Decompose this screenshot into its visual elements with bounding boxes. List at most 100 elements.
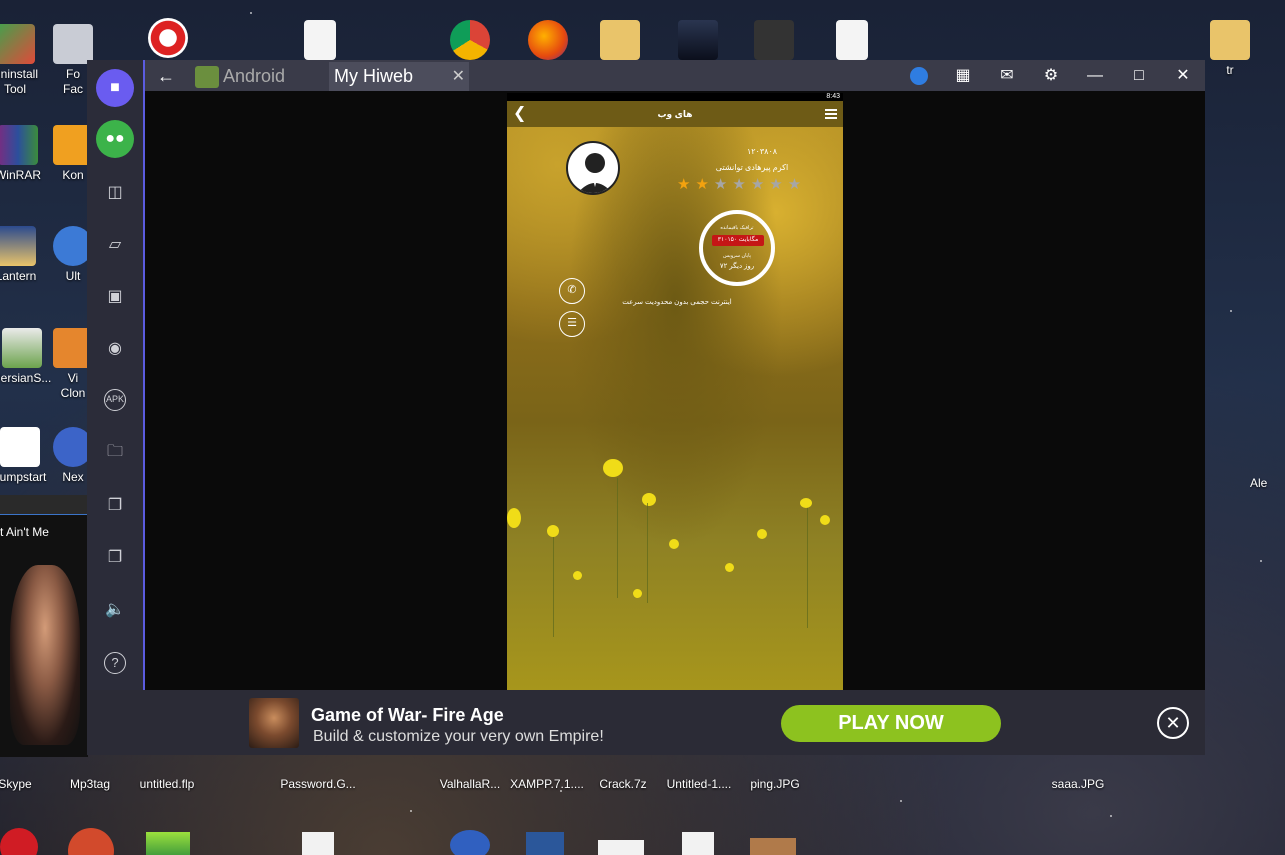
ad-close-button[interactable]: ✕ xyxy=(1157,707,1189,739)
grass-decoration xyxy=(647,503,648,603)
document-icon[interactable] xyxy=(302,832,334,855)
desktop-icon-untitled-1[interactable]: Untitled-1.... xyxy=(659,760,739,792)
desktop-icon-uninstall[interactable]: Uninstall Tool xyxy=(0,24,55,97)
desktop-icon-folder[interactable] xyxy=(580,20,660,63)
desktop-icon-skype[interactable]: Skype xyxy=(0,760,55,792)
star-icon: ★ xyxy=(713,176,733,193)
video-call-icon: ■ xyxy=(110,79,120,96)
media-progress-bar[interactable] xyxy=(0,495,88,515)
desktop-icon-label: XAMPP.7.1.... xyxy=(510,777,584,791)
image-icon[interactable] xyxy=(750,838,796,855)
close-icon[interactable]: ✕ xyxy=(452,62,465,91)
maximize-button[interactable]: □ xyxy=(1127,65,1151,87)
flower-decoration xyxy=(547,525,559,537)
desktop-icon-xampp[interactable]: XAMPP.7.1.... xyxy=(507,760,587,792)
desktop-icon-html[interactable] xyxy=(280,20,360,63)
desktop-icon-chrome[interactable] xyxy=(430,20,510,63)
folder-button[interactable]: 🗀 xyxy=(96,434,134,472)
info-icon[interactable] xyxy=(450,830,490,855)
desktop-icon-hihelp[interactable] xyxy=(128,18,208,61)
chat-button[interactable]: ●● xyxy=(96,120,134,158)
chrome-icon xyxy=(450,20,490,60)
folder-icon xyxy=(600,20,640,60)
screenshot-button[interactable]: ▣ xyxy=(96,277,134,315)
avatar[interactable] xyxy=(566,141,620,195)
lifebuoy-icon xyxy=(148,18,188,58)
phone-icon: ✆ xyxy=(567,284,577,296)
media-player-widget[interactable]: t Ain't Me xyxy=(0,495,88,757)
location-pin-icon: ◉ xyxy=(108,340,122,357)
close-window-button[interactable]: ✕ xyxy=(1171,65,1195,87)
desktop-icon-music[interactable] xyxy=(812,20,892,63)
desktop-icon-ping[interactable]: ping.JPG xyxy=(735,760,815,792)
desktop-icon-mp3tag[interactable]: Mp3tag xyxy=(50,760,130,792)
ad-subtitle: Build & customize your very own Empire! xyxy=(313,728,604,745)
video-call-button[interactable]: ■ xyxy=(96,69,134,107)
flower-decoration xyxy=(573,571,582,580)
copy-icon: ❐ xyxy=(107,497,123,514)
app-icon[interactable] xyxy=(146,832,190,855)
desktop-icon-valhalla[interactable]: ValhallaR... xyxy=(430,760,510,792)
traffic-gauge[interactable]: ترافیک باقیمانده ۳۱۰۱۵۰ مگابایت پایان سر… xyxy=(699,210,775,286)
opera-icon[interactable] xyxy=(0,828,38,855)
desktop-icon-ale[interactable]: Ale xyxy=(1250,476,1285,491)
mail-button[interactable]: ✉ xyxy=(995,65,1019,87)
album-art xyxy=(10,565,80,745)
desktop-icon-crack[interactable]: Crack.7z xyxy=(583,760,663,792)
status-bar: 8:43 xyxy=(507,93,843,101)
multi-window-button[interactable]: ◫ xyxy=(96,173,134,211)
copy-button[interactable]: ❐ xyxy=(96,486,134,524)
lantern-icon xyxy=(0,226,36,266)
music-file-icon[interactable] xyxy=(682,832,714,855)
desktop-icon-label: Skype xyxy=(0,777,32,791)
help-button[interactable]: ? xyxy=(96,644,134,682)
title-bar[interactable]: ← Android My Hiweb ✕ ▦ ✉ ⚙ — □ ✕ xyxy=(87,60,1205,91)
ad-game-thumbnail[interactable] xyxy=(249,698,299,748)
desktop-icon-image[interactable] xyxy=(658,20,738,63)
desktop-icon-label: untitled.flp xyxy=(139,777,195,791)
message-button[interactable]: ☰ xyxy=(559,311,585,337)
desktop-icon-firefox[interactable] xyxy=(508,20,588,63)
desktop-icon-logo[interactable] xyxy=(734,20,814,63)
apk-button[interactable]: APK xyxy=(96,381,134,419)
minimize-button[interactable]: — xyxy=(1083,65,1107,87)
paste-button[interactable]: ❐ xyxy=(96,538,134,576)
word-icon[interactable] xyxy=(526,832,564,855)
app-icon[interactable] xyxy=(68,828,114,855)
desktop-icon-password[interactable]: Password.G... xyxy=(278,760,358,792)
hamburger-menu-icon[interactable] xyxy=(825,109,837,119)
shake-button[interactable]: ▱ xyxy=(96,225,134,263)
network-button[interactable]: ▦ xyxy=(951,65,975,87)
close-icon: ✕ xyxy=(1176,67,1190,84)
desktop-icon-label: Mp3tag xyxy=(69,777,111,791)
minimize-icon: — xyxy=(1087,67,1103,84)
tab-my-hiweb[interactable]: My Hiweb ✕ xyxy=(329,62,469,91)
call-button[interactable]: ✆ xyxy=(559,278,585,304)
flower-decoration xyxy=(642,493,656,506)
emulator-window[interactable]: ← Android My Hiweb ✕ ▦ ✉ ⚙ — □ ✕ ■ ●● ◫ … xyxy=(87,60,1205,755)
android-screen[interactable]: 8:43 ❮ های وب ۱۲۰۳۸۰۸ اکرم پیرهادی توانش… xyxy=(507,93,843,690)
plan-name: اینترنت حجمی بدون محدودیت سرعت xyxy=(622,299,732,306)
winrar-icon xyxy=(0,125,38,165)
tab-android[interactable]: Android xyxy=(193,62,325,91)
close-icon: ✕ xyxy=(1165,713,1181,733)
grass-decoration xyxy=(553,537,554,637)
star-icon: ★ xyxy=(750,176,770,193)
uninstall-tool-icon xyxy=(0,24,35,64)
play-now-button[interactable]: PLAY NOW xyxy=(781,705,1001,742)
paste-icon: ❐ xyxy=(107,549,123,566)
volume-button[interactable]: 🔈 xyxy=(96,590,134,628)
settings-button[interactable]: ⚙ xyxy=(1039,65,1063,87)
ad-banner[interactable]: Game of War- Fire Age Build & customize … xyxy=(87,690,1205,755)
desktop-icon-saaa[interactable]: saaa.JPG xyxy=(1038,760,1118,792)
image-icon xyxy=(678,20,718,60)
status-time: 8:43 xyxy=(826,93,840,100)
document-icon[interactable] xyxy=(598,840,644,855)
account-button[interactable] xyxy=(907,65,931,87)
desktop-icon-label: Crack.7z xyxy=(599,777,647,791)
back-button[interactable]: ← xyxy=(153,65,179,87)
desktop-icon-untitled-flp[interactable]: untitled.flp xyxy=(127,760,207,792)
camera-icon: ▣ xyxy=(107,288,123,305)
tab-label: My Hiweb xyxy=(334,66,414,86)
location-button[interactable]: ◉ xyxy=(96,329,134,367)
